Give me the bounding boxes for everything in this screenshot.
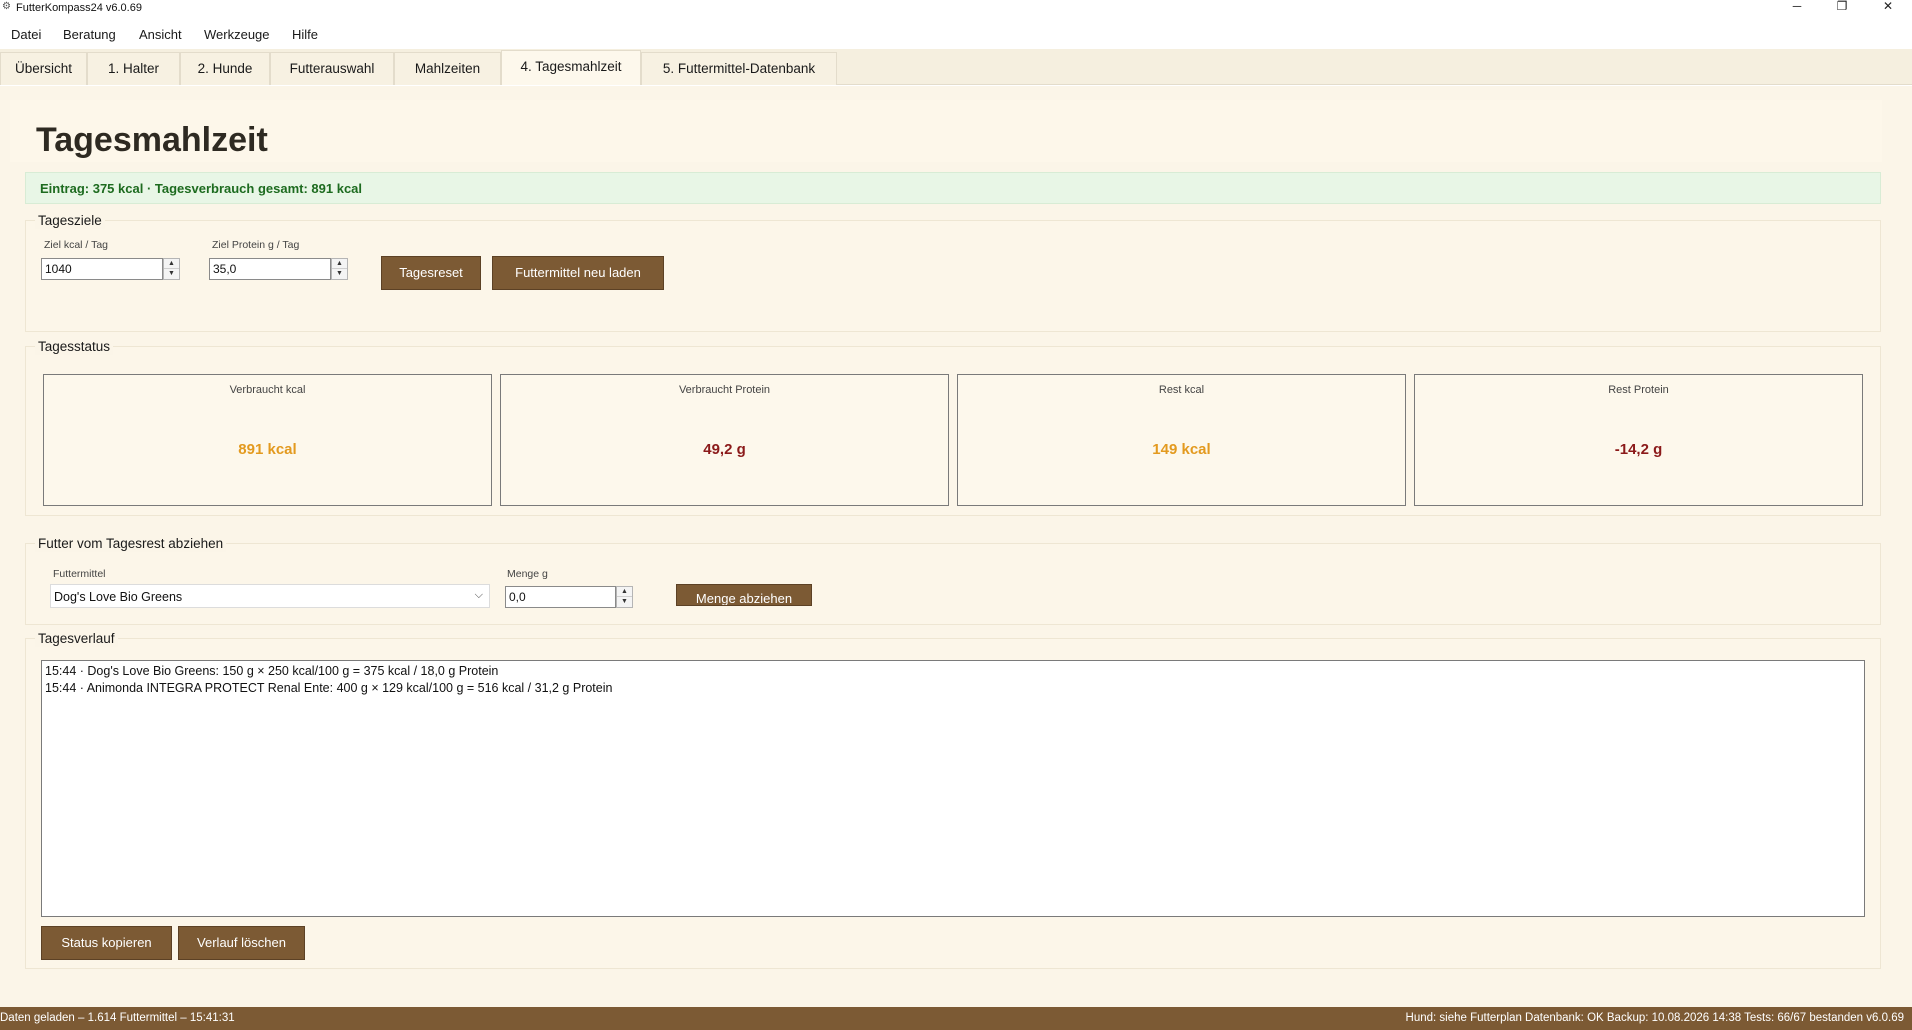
stat-card-rest-kcal: Rest kcal 149 kcal <box>957 374 1406 506</box>
stat-label: Rest kcal <box>1158 384 1205 396</box>
protein-goal-stepper[interactable]: ▲ ▼ <box>331 258 348 280</box>
maximize-button[interactable]: ❐ <box>1820 0 1864 14</box>
tab-futtermittel-datenbank[interactable]: 5. Futtermittel-Datenbank <box>641 52 837 85</box>
spin-down-icon[interactable]: ▼ <box>332 269 347 279</box>
header-band <box>10 100 1882 162</box>
menge-value: 0,0 <box>509 590 526 604</box>
stat-value: 49,2 g <box>703 441 746 458</box>
reload-futtermittel-button[interactable]: Futtermittel neu laden <box>492 256 664 290</box>
stat-value: 149 kcal <box>1152 441 1211 458</box>
verlauf-loeschen-button[interactable]: Verlauf löschen <box>178 926 305 960</box>
stat-card-rest-protein: Rest Protein -14,2 g <box>1414 374 1863 506</box>
info-banner-text: Eintrag: 375 kcal · Tagesverbrauch gesam… <box>40 181 363 196</box>
tab-futterauswahl[interactable]: Futterauswahl <box>270 52 394 85</box>
stat-value: -14,2 g <box>1614 441 1663 458</box>
status-kopieren-button[interactable]: Status kopieren <box>41 926 172 960</box>
app-icon: ⚙ <box>2 1 11 12</box>
menge-abziehen-button[interactable]: Menge abziehen <box>676 584 812 606</box>
tab-mahlzeiten[interactable]: Mahlzeiten <box>394 52 501 85</box>
tab-hunde[interactable]: 2. Hunde <box>180 52 270 85</box>
kcal-goal-value: 1040 <box>45 262 72 276</box>
title-bar: ⚙ FutterKompass24 v6.0.69 ─ ❐ ✕ <box>0 0 1912 16</box>
log-entry: 15:44 · Animonda INTEGRA PROTECT Renal E… <box>45 681 613 695</box>
menge-stepper[interactable]: ▲ ▼ <box>616 586 633 608</box>
menu-bar: Datei Beratung Ansicht Werkzeuge Hilfe <box>0 22 1912 48</box>
window-title: FutterKompass24 v6.0.69 <box>16 2 142 14</box>
tab-halter[interactable]: 1. Halter <box>87 52 180 85</box>
futtermittel-label: Futtermittel <box>53 568 106 580</box>
spin-down-icon[interactable]: ▼ <box>164 269 179 279</box>
page-title: Tagesmahlzeit <box>36 121 268 159</box>
spin-up-icon[interactable]: ▲ <box>164 259 179 269</box>
protein-goal-input[interactable]: 35,0 ▲ ▼ <box>209 258 348 280</box>
kcal-goal-label: Ziel kcal / Tag <box>44 239 108 251</box>
menge-input[interactable]: 0,0 ▲ ▼ <box>505 586 633 608</box>
menge-label: Menge g <box>507 568 548 580</box>
kcal-goal-stepper[interactable]: ▲ ▼ <box>163 258 180 280</box>
group-title-tagesziele: Tagesziele <box>35 213 105 229</box>
menu-beratung[interactable]: Beratung <box>63 27 116 43</box>
info-banner: Eintrag: 375 kcal · Tagesverbrauch gesam… <box>25 172 1881 204</box>
group-title-abziehen: Futter vom Tagesrest abziehen <box>35 536 227 552</box>
status-right: Hund: siehe Futterplan Datenbank: OK Bac… <box>1405 1012 1904 1024</box>
stat-label: Rest Protein <box>1608 384 1669 396</box>
tab-bar: Übersicht 1. Halter 2. Hunde Futterauswa… <box>0 49 1912 85</box>
tab-uebersicht[interactable]: Übersicht <box>0 52 87 85</box>
group-title-verlauf: Tagesverlauf <box>35 631 118 647</box>
menu-hilfe[interactable]: Hilfe <box>292 27 318 43</box>
stat-card-verbraucht-kcal: Verbraucht kcal 891 kcal <box>43 374 492 506</box>
spin-down-icon[interactable]: ▼ <box>617 597 632 607</box>
spin-up-icon[interactable]: ▲ <box>617 587 632 597</box>
log-entry: 15:44 · Dog's Love Bio Greens: 150 g × 2… <box>45 664 499 678</box>
main-panel: Tagesmahlzeit Eintrag: 375 kcal · Tagesv… <box>0 86 1912 1007</box>
futtermittel-selected: Dog's Love Bio Greens <box>54 590 183 604</box>
kcal-goal-input[interactable]: 1040 ▲ ▼ <box>41 258 180 280</box>
menu-werkzeuge[interactable]: Werkzeuge <box>204 27 270 43</box>
status-left: Daten geladen – 1.614 Futtermittel – 15:… <box>0 1012 235 1024</box>
minimize-button[interactable]: ─ <box>1775 0 1819 14</box>
spin-up-icon[interactable]: ▲ <box>332 259 347 269</box>
tagesverlauf-log[interactable]: 15:44 · Dog's Love Bio Greens: 150 g × 2… <box>41 660 1865 917</box>
close-button[interactable]: ✕ <box>1866 0 1910 14</box>
tagesreset-button[interactable]: Tagesreset <box>381 256 481 290</box>
tab-tagesmahlzeit[interactable]: 4. Tagesmahlzeit <box>501 50 641 85</box>
stat-value: 891 kcal <box>238 441 297 458</box>
protein-goal-value: 35,0 <box>213 262 237 276</box>
menu-ansicht[interactable]: Ansicht <box>139 27 182 43</box>
stat-label: Verbraucht kcal <box>229 384 306 396</box>
futtermittel-select[interactable]: Dog's Love Bio Greens ⌵ <box>50 584 490 608</box>
stat-label: Verbraucht Protein <box>678 384 771 396</box>
chevron-down-icon[interactable]: ⌵ <box>475 588 483 602</box>
stat-card-verbraucht-protein: Verbraucht Protein 49,2 g <box>500 374 949 506</box>
protein-goal-label: Ziel Protein g / Tag <box>212 239 300 251</box>
group-title-tagesstatus: Tagesstatus <box>35 339 114 355</box>
menu-datei[interactable]: Datei <box>11 27 41 43</box>
status-bar: Daten geladen – 1.614 Futtermittel – 15:… <box>0 1007 1912 1030</box>
